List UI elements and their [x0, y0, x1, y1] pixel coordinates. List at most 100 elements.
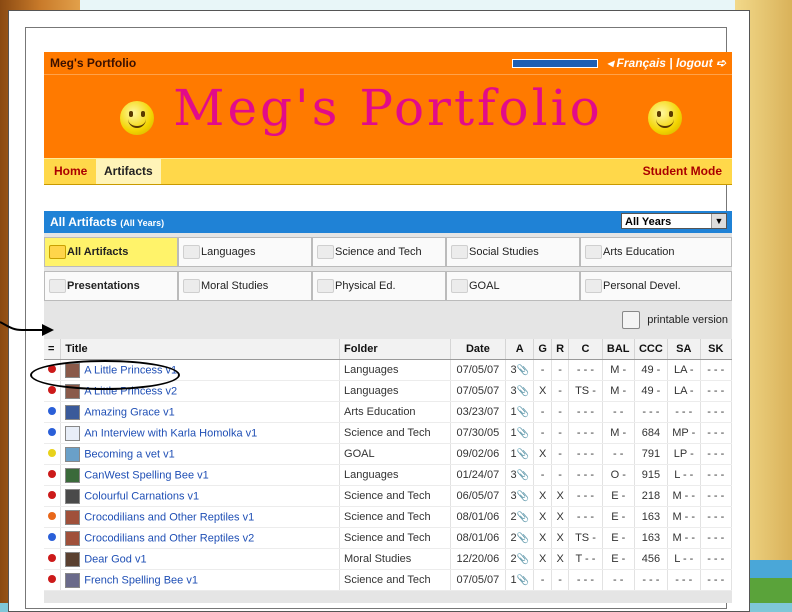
col-bal[interactable]: BAL [602, 339, 635, 360]
row-bal: E - [602, 548, 635, 570]
row-g: - [533, 422, 553, 444]
artifacts-panel: All Artifacts (All Years) All Years ▼ Al… [44, 211, 732, 603]
nav-student-mode[interactable]: Student Mode [635, 159, 730, 184]
col-title[interactable]: Title [60, 339, 341, 360]
col-g[interactable]: G [533, 339, 553, 360]
row-g: X [533, 506, 553, 528]
row-sk: - - - [700, 527, 732, 549]
row-title[interactable]: Dear God v1 [60, 548, 341, 570]
artifact-title-link[interactable]: Dear God v1 [84, 553, 146, 565]
artifact-title-link[interactable]: Colourful Carnations v1 [84, 490, 199, 502]
row-sk: - - - [700, 506, 732, 528]
col-sk[interactable]: SK [700, 339, 732, 360]
row-bal: M - [602, 422, 635, 444]
tab-moral-studies[interactable]: Moral Studies [178, 271, 312, 301]
status-dot-icon [48, 449, 56, 457]
artifact-title-link[interactable]: Crocodilians and Other Reptiles v1 [84, 511, 254, 523]
artifact-title-link[interactable]: Crocodilians and Other Reptiles v2 [84, 532, 254, 544]
tab-goal[interactable]: GOAL [446, 271, 580, 301]
row-date: 03/23/07 [450, 401, 507, 423]
artifact-title-link[interactable]: Becoming a vet v1 [84, 448, 175, 460]
artifact-title-link[interactable]: Amazing Grace v1 [84, 406, 174, 418]
logout-link[interactable]: logout [676, 56, 713, 70]
row-title[interactable]: CanWest Spelling Bee v1 [60, 464, 341, 486]
row-folder: Languages [339, 380, 451, 402]
col-r[interactable]: R [551, 339, 570, 360]
table-row[interactable]: French Spelling Bee v1 Science and Tech 07… [44, 569, 732, 591]
nav-home[interactable]: Home [46, 159, 95, 184]
col-date[interactable]: Date [450, 339, 507, 360]
row-r: - [551, 380, 570, 402]
table-row[interactable]: CanWest Spelling Bee v1 Languages 01/24/07… [44, 464, 732, 486]
row-r: - [551, 401, 570, 423]
row-sa: LP - [667, 443, 701, 465]
portfolio-banner: Meg's Portfolio [44, 74, 732, 159]
panel-title-sub: (All Years) [120, 218, 165, 228]
row-ccc: 163 [634, 527, 669, 549]
row-c: - - - [568, 506, 603, 528]
row-title[interactable]: Crocodilians and Other Reptiles v2 [60, 527, 341, 549]
row-sa: M - - [667, 527, 701, 549]
status-dot-icon [48, 386, 56, 394]
printable-version[interactable]: printable version [622, 311, 728, 329]
tab-label: Languages [201, 246, 256, 258]
tab-social-studies[interactable]: Social Studies [446, 237, 580, 267]
table-row[interactable]: Dear God v1 Moral Studies 12/20/06 2📎 X X T - … [44, 548, 732, 570]
row-r: - [551, 422, 570, 444]
year-select[interactable]: All Years ▼ [621, 213, 727, 229]
artifact-title-link[interactable]: CanWest Spelling Bee v1 [84, 469, 209, 481]
row-ccc: 684 [634, 422, 669, 444]
artifact-thumbnail-icon [65, 509, 81, 525]
tab-science-and-tech[interactable]: Science and Tech [312, 237, 446, 267]
row-title[interactable]: An Interview with Karla Homolka v1 [60, 422, 341, 444]
col-a[interactable]: A [505, 339, 535, 360]
status-dot [44, 569, 62, 591]
row-ccc: 49 - [634, 380, 669, 402]
tab-languages[interactable]: Languages [178, 237, 312, 267]
table-row[interactable]: Colourful Carnations v1 Science and Tech 0… [44, 485, 732, 507]
row-title[interactable]: French Spelling Bee v1 [60, 569, 341, 591]
col-sa[interactable]: SA [667, 339, 701, 360]
tab-personal-devel[interactable]: Personal Devel. [580, 271, 732, 301]
row-date: 07/05/07 [450, 380, 507, 402]
table-row[interactable]: Becoming a vet v1 GOAL 09/02/06 1📎 X - - - -- … [44, 443, 732, 465]
tab-presentations[interactable]: Presentations [44, 271, 178, 301]
tab-physical-ed[interactable]: Physical Ed. [312, 271, 446, 301]
table-row[interactable]: Amazing Grace v1 Arts Education 03/23/07 1📎… [44, 401, 732, 423]
row-r: X [551, 527, 570, 549]
col-c[interactable]: C [568, 339, 603, 360]
row-title[interactable]: Colourful Carnations v1 [60, 485, 341, 507]
row-g: X [533, 380, 553, 402]
row-folder: Science and Tech [339, 506, 451, 528]
artifact-thumbnail-icon [65, 425, 81, 441]
tab-arts-education[interactable]: Arts Education [580, 237, 732, 267]
row-title[interactable]: Becoming a vet v1 [60, 443, 341, 465]
artifact-thumbnail-icon [65, 404, 81, 420]
paperclip-icon: 📎 [516, 533, 530, 544]
tab-label: Presentations [67, 280, 140, 292]
smiley-right-icon [648, 101, 682, 135]
year-select-value: All Years [625, 216, 672, 228]
row-ccc: - - - [634, 401, 669, 423]
col-ccc[interactable]: CCC [634, 339, 669, 360]
artifact-title-link[interactable]: French Spelling Bee v1 [84, 574, 198, 586]
row-folder: Science and Tech [339, 527, 451, 549]
row-title[interactable]: Crocodilians and Other Reptiles v1 [60, 506, 341, 528]
nav-artifacts[interactable]: Artifacts [96, 159, 161, 184]
artifact-title-link[interactable]: An Interview with Karla Homolka v1 [84, 427, 257, 439]
paperclip-icon: 📎 [516, 554, 530, 565]
table-row[interactable]: Crocodilians and Other Reptiles v2 Scienc… [44, 527, 732, 549]
table-row[interactable]: Crocodilians and Other Reptiles v1 Scienc… [44, 506, 732, 528]
arrow-right-icon: ➪ [715, 56, 726, 70]
tab-all-artifacts[interactable]: All Artifacts [44, 237, 178, 267]
row-ccc: - - - [634, 569, 669, 591]
table-row[interactable]: An Interview with Karla Homolka v1 Scienc… [44, 422, 732, 444]
row-title[interactable]: Amazing Grace v1 [60, 401, 341, 423]
row-c: - - - [568, 485, 603, 507]
chevron-down-icon[interactable]: ▼ [711, 214, 726, 228]
language-link[interactable]: Français [617, 56, 666, 70]
artifact-thumbnail-icon [65, 467, 81, 483]
panel-title: All Artifacts (All Years) [50, 215, 164, 229]
row-ccc: 915 [634, 464, 669, 486]
col-folder[interactable]: Folder [339, 339, 451, 360]
